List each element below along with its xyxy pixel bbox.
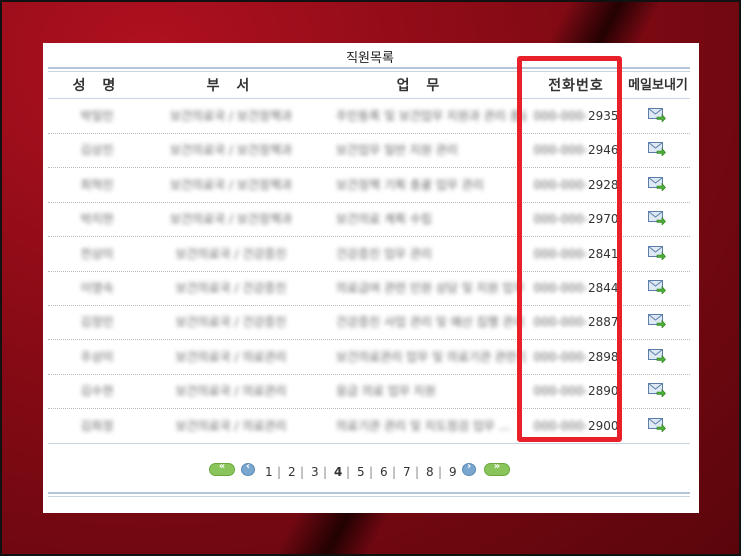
column-header-task: 업 무 <box>396 78 446 94</box>
cell-dept: 보건의료국 / 건강증진 <box>175 246 287 261</box>
page-separator: | <box>346 465 351 479</box>
cell-task: 응급 의료 업무 지원 <box>336 384 436 399</box>
page-link-7[interactable]: 7 <box>403 465 411 479</box>
cell-dept: 보건의료국 / 건강증진 <box>175 281 287 295</box>
cell-dept: 보건의료국 / 의료관리 <box>175 384 287 399</box>
page-separator: | <box>300 465 305 479</box>
cell-task: 보건의료 계획 수립 <box>336 212 432 227</box>
page-title: 직원목록 <box>346 51 394 66</box>
footer-rule-thin <box>48 496 690 497</box>
cell-dept: 보건의료국 / 보건정책과 <box>169 177 293 192</box>
cell-name: 최혁진 <box>80 177 114 192</box>
cell-name: 박지현 <box>80 212 114 227</box>
mail-send-icon[interactable] <box>648 280 666 294</box>
page-link-2[interactable]: 2 <box>288 465 296 479</box>
mail-send-icon[interactable] <box>648 245 666 260</box>
page-separator: | <box>323 465 328 479</box>
cell-task: 의료급여 관련 민원 상담 및 지원 업무 ... <box>336 281 526 295</box>
page-separator: | <box>369 465 374 479</box>
cell-dept: 보건의료국 / 보건정책과 <box>169 143 293 158</box>
page-link-3[interactable]: 3 <box>311 465 319 479</box>
column-header-mail: 메일보내기 <box>628 78 688 93</box>
mail-send-icon[interactable] <box>648 348 666 363</box>
mail-send-icon[interactable] <box>648 176 666 191</box>
cell-name: 김상진 <box>80 143 114 158</box>
mail-send-icon[interactable] <box>648 314 666 329</box>
cell-task: 의료기관 관리 및 지도점검 업무 ... <box>336 418 511 433</box>
cell-name: 김정민 <box>80 315 114 330</box>
mail-send-icon[interactable] <box>648 211 666 226</box>
page-link-6[interactable]: 6 <box>380 465 388 479</box>
cell-task: 보건정책 기획 총괄 업무 관리 <box>336 177 484 192</box>
page-separator: | <box>277 465 282 479</box>
cell-task: 보건업무 일반 지원 관리 <box>336 143 458 158</box>
cell-name: 김희정 <box>80 418 114 433</box>
cell-dept: 보건의료국 / 보건정책과 <box>169 212 293 227</box>
page-separator: | <box>392 465 397 479</box>
cell-name: 전상미 <box>80 246 114 261</box>
prev-page-button[interactable]: ‹ <box>241 461 255 476</box>
cell-dept: 보건의료국 / 보건정책과 <box>169 109 293 123</box>
first-page-button[interactable]: « <box>209 461 235 476</box>
cell-name: 김수현 <box>80 384 114 399</box>
page-link-1[interactable]: 1 <box>265 465 273 479</box>
phone-column-highlight <box>517 56 622 442</box>
page-link-9[interactable]: 9 <box>449 465 457 479</box>
cell-name: 박일민 <box>80 109 114 123</box>
cell-task: 주민등록 및 보건업무 지원과 관리 총괄 <box>336 109 526 123</box>
cell-task: 보건의료관리 업무 및 의료기관 관련 민원 <box>336 349 526 364</box>
next-page-button[interactable]: › <box>462 461 476 476</box>
page-link-4[interactable]: 4 <box>334 465 342 479</box>
cell-dept: 보건의료국 / 의료관리 <box>175 418 287 433</box>
cell-task: 건강증진 사업 관리 및 예산 집행 관리 ... <box>336 315 526 330</box>
page-link-5[interactable]: 5 <box>357 465 365 479</box>
last-page-button[interactable]: » <box>484 461 510 476</box>
column-header-name: 성 명 <box>72 78 122 94</box>
footer-rule <box>48 492 690 494</box>
cell-dept: 보건의료국 / 건강증진 <box>175 315 287 330</box>
mail-send-icon[interactable] <box>648 142 666 157</box>
page-link-8[interactable]: 8 <box>426 465 434 479</box>
table-bottom-rule <box>48 443 690 444</box>
cell-name: 주상미 <box>80 349 114 364</box>
mail-send-icon[interactable] <box>648 108 666 122</box>
cell-name: 이영숙 <box>80 281 114 295</box>
pagination: « ‹ 1 | 2 | 3 | 4 | 5 | 6 | 7 | 8 | 9 › » <box>43 461 699 481</box>
column-header-dept: 부 서 <box>206 78 256 94</box>
page-separator: | <box>438 465 443 479</box>
mail-send-icon[interactable] <box>648 383 666 398</box>
cell-dept: 보건의료국 / 의료관리 <box>175 349 287 364</box>
cell-task: 건강증진 업무 관리 <box>336 246 432 261</box>
mail-send-icon[interactable] <box>648 417 666 432</box>
page-separator: | <box>415 465 420 479</box>
